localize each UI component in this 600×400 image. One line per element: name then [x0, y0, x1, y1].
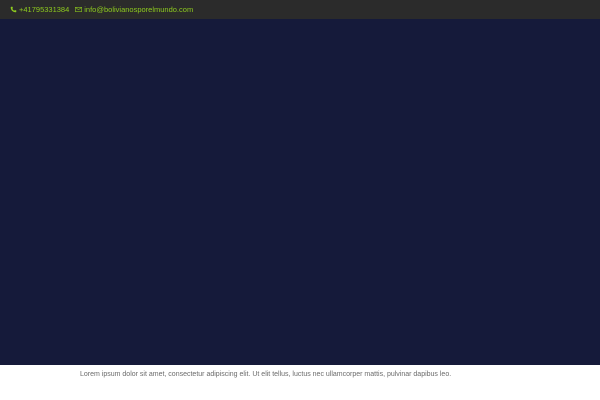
phone-icon	[10, 6, 17, 13]
envelope-icon	[75, 6, 83, 13]
hero-section	[0, 19, 600, 365]
email-link[interactable]: info@bolivianosporelmundo.com	[75, 6, 193, 14]
email-address: info@bolivianosporelmundo.com	[84, 4, 194, 14]
body-paragraph: Lorem ipsum dolor sit amet, consectetur …	[80, 371, 452, 378]
phone-link[interactable]: +41795331384	[10, 6, 69, 14]
top-contact-bar: +41795331384 info@bolivianosporelmundo.c…	[0, 0, 600, 19]
phone-number: +41795331384	[19, 4, 70, 14]
